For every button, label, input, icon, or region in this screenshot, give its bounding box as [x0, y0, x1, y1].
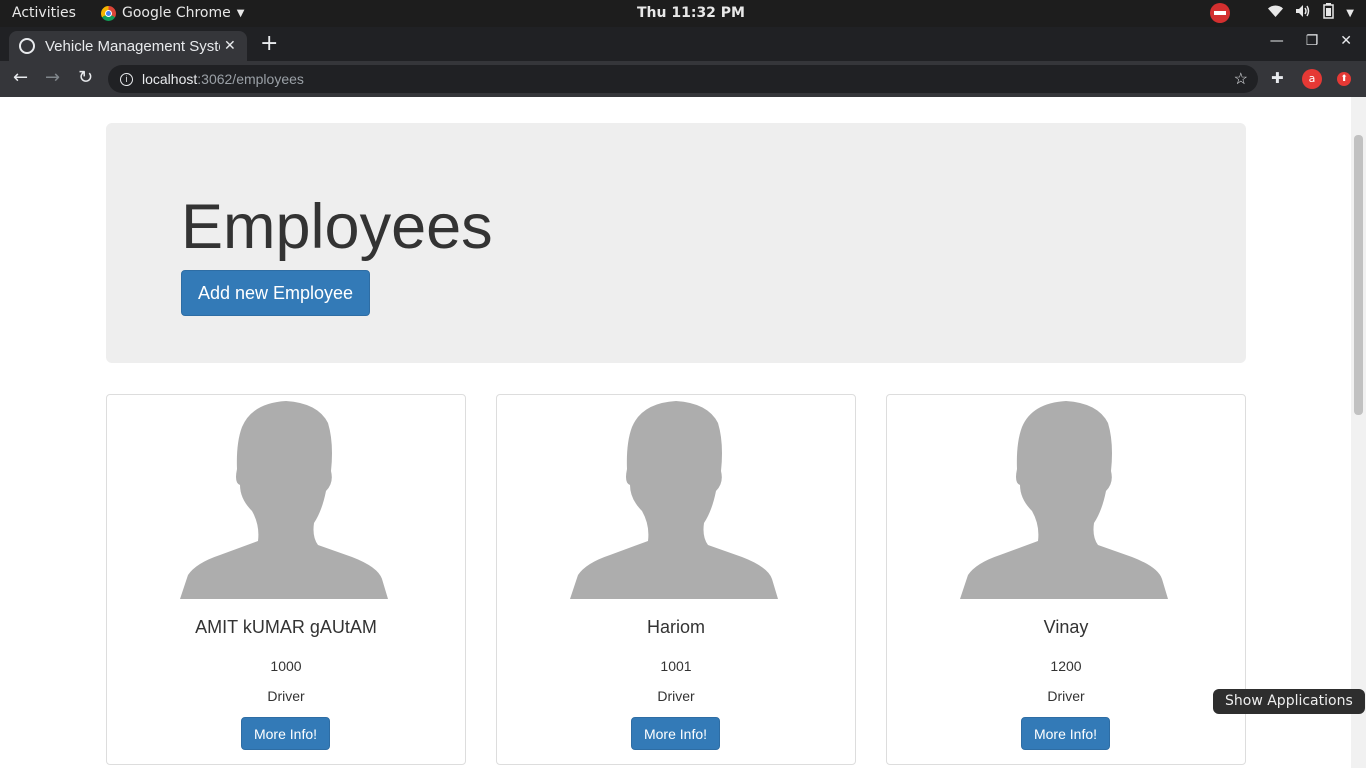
tab-title: Vehicle Management System: [45, 37, 220, 55]
add-employee-button[interactable]: Add new Employee: [181, 270, 370, 316]
employee-card: AMIT kUMAR gAUtAM 1000 Driver More Info!: [106, 394, 466, 765]
profile-avatar[interactable]: a: [1302, 69, 1322, 89]
site-info-icon[interactable]: i: [120, 72, 133, 86]
browser-toolbar: ← → ↻ i localhost:3062/employees ☆ ✚ a ⬆: [0, 61, 1366, 97]
caret-down-icon: ▼: [1346, 7, 1354, 19]
page-content: Employees Add new Employee AMIT kUMAR gA…: [0, 97, 1366, 768]
new-tab-button[interactable]: +: [260, 31, 278, 56]
restore-icon[interactable]: ❐: [1306, 33, 1319, 49]
page-title: Employees: [181, 192, 493, 262]
volume-icon: [1295, 4, 1311, 22]
employee-id: 1001: [660, 658, 692, 674]
update-arrow-icon[interactable]: ⬆: [1337, 72, 1351, 86]
do-not-disturb-icon[interactable]: [1210, 3, 1231, 23]
employee-role: Driver: [657, 688, 695, 704]
wifi-icon: [1268, 5, 1284, 22]
employee-card: Hariom 1001 Driver More Info!: [496, 394, 856, 765]
tab-strip: Vehicle Management System ✕ + — ❐ ✕: [0, 27, 1366, 61]
jumbotron-header: Employees Add new Employee: [106, 123, 1246, 363]
close-tab-icon[interactable]: ✕: [224, 38, 236, 54]
more-info-button[interactable]: More Info!: [241, 717, 330, 750]
extensions-puzzle-icon[interactable]: ✚: [1271, 69, 1284, 87]
show-applications-tooltip: Show Applications: [1213, 689, 1365, 714]
employee-id: 1200: [1050, 658, 1082, 674]
reload-icon[interactable]: ↻: [78, 67, 93, 88]
employee-name: AMIT kUMAR gAUtAM: [195, 617, 377, 637]
employee-role: Driver: [1047, 688, 1085, 704]
activities-button[interactable]: Activities: [12, 5, 76, 21]
employee-id: 1000: [270, 658, 302, 674]
scrollbar-thumb[interactable]: [1354, 135, 1363, 415]
url-host: localhost: [142, 71, 198, 87]
employee-card: Vinay 1200 Driver More Info!: [886, 394, 1246, 765]
battery-icon: [1323, 3, 1335, 23]
address-bar[interactable]: i localhost:3062/employees ☆: [108, 65, 1258, 93]
employee-role: Driver: [267, 688, 305, 704]
bookmark-star-icon[interactable]: ☆: [1234, 69, 1248, 89]
person-silhouette-icon: [570, 401, 778, 599]
more-info-button[interactable]: More Info!: [1021, 717, 1110, 750]
close-window-icon[interactable]: ✕: [1340, 33, 1352, 49]
system-tray[interactable]: ▼: [1210, 3, 1354, 23]
globe-icon: [19, 38, 35, 54]
caret-down-icon: ▼: [236, 7, 245, 19]
app-menu-label: Google Chrome: [122, 5, 231, 21]
employee-name: Hariom: [646, 617, 705, 637]
person-silhouette-icon: [180, 401, 388, 599]
chrome-icon: [101, 5, 116, 21]
clock[interactable]: Thu 11:32 PM: [637, 5, 745, 21]
person-silhouette-icon: [960, 401, 1168, 599]
url-path: :3062/employees: [197, 71, 304, 87]
forward-arrow-icon[interactable]: →: [45, 67, 60, 88]
app-menu[interactable]: Google Chrome ▼: [101, 5, 244, 21]
page-scrollbar[interactable]: [1351, 97, 1366, 768]
employee-name: Vinay: [1043, 617, 1089, 637]
back-arrow-icon[interactable]: ←: [13, 67, 28, 88]
browser-tab[interactable]: Vehicle Management System ✕: [9, 31, 247, 61]
window-controls: — ❐ ✕: [1270, 33, 1352, 49]
more-info-button[interactable]: More Info!: [631, 717, 720, 750]
system-top-bar: Activities Google Chrome ▼ Thu 11:32 PM …: [0, 0, 1366, 27]
minimize-icon[interactable]: —: [1270, 33, 1284, 49]
